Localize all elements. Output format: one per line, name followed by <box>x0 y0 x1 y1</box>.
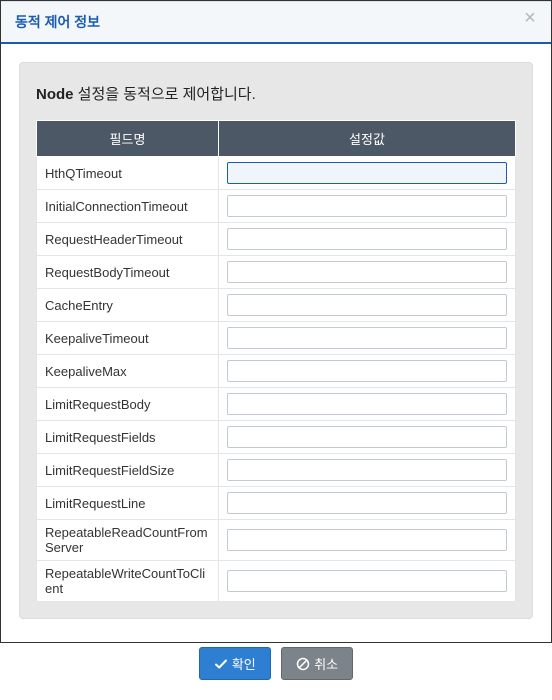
table-row: InitialConnectionTimeout <box>37 190 516 223</box>
field-value-input[interactable] <box>227 162 507 184</box>
field-value-input[interactable] <box>227 228 507 250</box>
table-row: RequestBodyTimeout <box>37 256 516 289</box>
field-value-cell <box>219 322 516 355</box>
table-row: CacheEntry <box>37 289 516 322</box>
field-name-cell: LimitRequestFieldSize <box>37 454 219 487</box>
field-name-cell: RequestHeaderTimeout <box>37 223 219 256</box>
field-value-cell <box>219 223 516 256</box>
field-value-input[interactable] <box>227 360 507 382</box>
table-row: RepeatableWriteCountToClient <box>37 561 516 602</box>
field-value-input[interactable] <box>227 393 507 415</box>
field-value-cell <box>219 289 516 322</box>
modal-body: Node 설정을 동적으로 제어합니다. 필드명 설정값 HthQTimeout… <box>1 44 551 637</box>
table-row: RequestHeaderTimeout <box>37 223 516 256</box>
field-value-cell <box>219 487 516 520</box>
field-value-cell <box>219 190 516 223</box>
field-value-cell <box>219 355 516 388</box>
field-name-cell: RepeatableWriteCountToClient <box>37 561 219 602</box>
table-row: KeepaliveMax <box>37 355 516 388</box>
check-icon <box>214 657 228 671</box>
modal-window: 동적 제어 정보 × Node 설정을 동적으로 제어합니다. 필드명 설정값 <box>0 0 552 643</box>
field-value-input[interactable] <box>227 459 507 481</box>
table-row: HthQTimeout <box>37 157 516 190</box>
table-row: LimitRequestFields <box>37 421 516 454</box>
modal-title: 동적 제어 정보 <box>15 14 100 30</box>
field-value-cell <box>219 520 516 561</box>
config-table: 필드명 설정값 HthQTimeoutInitialConnectionTime… <box>36 120 516 602</box>
field-name-cell: InitialConnectionTimeout <box>37 190 219 223</box>
field-value-cell <box>219 421 516 454</box>
panel-desc-emphasis: Node <box>36 86 74 103</box>
modal-header: 동적 제어 정보 × <box>1 2 551 44</box>
table-row: LimitRequestFieldSize <box>37 454 516 487</box>
field-value-input[interactable] <box>227 294 507 316</box>
field-value-cell <box>219 454 516 487</box>
table-row: RepeatableReadCountFromServer <box>37 520 516 561</box>
field-name-cell: LimitRequestFields <box>37 421 219 454</box>
cancel-icon <box>296 657 310 671</box>
panel-description: Node 설정을 동적으로 제어합니다. <box>36 83 516 104</box>
cancel-button-label: 취소 <box>314 654 338 673</box>
modal: 동적 제어 정보 × Node 설정을 동적으로 제어합니다. 필드명 설정값 <box>1 1 551 700</box>
table-row: LimitRequestBody <box>37 388 516 421</box>
field-value-input[interactable] <box>227 426 507 448</box>
field-value-cell <box>219 157 516 190</box>
field-value-input[interactable] <box>227 327 507 349</box>
panel-desc-text: 설정을 동적으로 제어합니다. <box>74 86 256 103</box>
field-name-cell: CacheEntry <box>37 289 219 322</box>
field-name-cell: RepeatableReadCountFromServer <box>37 520 219 561</box>
field-value-cell <box>219 388 516 421</box>
field-value-input[interactable] <box>227 492 507 514</box>
field-value-cell <box>219 561 516 602</box>
column-header-value: 설정값 <box>219 121 516 157</box>
field-name-cell: RequestBodyTimeout <box>37 256 219 289</box>
field-value-cell <box>219 256 516 289</box>
close-button[interactable]: × <box>519 8 541 30</box>
table-row: KeepaliveTimeout <box>37 322 516 355</box>
field-name-cell: LimitRequestBody <box>37 388 219 421</box>
modal-footer: 확인 취소 <box>1 637 551 700</box>
field-name-cell: LimitRequestLine <box>37 487 219 520</box>
cancel-button[interactable]: 취소 <box>281 647 353 680</box>
field-name-cell: KeepaliveMax <box>37 355 219 388</box>
field-value-input[interactable] <box>227 570 507 592</box>
ok-button[interactable]: 확인 <box>199 647 271 680</box>
field-value-input[interactable] <box>227 529 507 551</box>
config-panel: Node 설정을 동적으로 제어합니다. 필드명 설정값 HthQTimeout… <box>19 62 533 619</box>
table-row: LimitRequestLine <box>37 487 516 520</box>
close-icon: × <box>524 7 536 29</box>
field-name-cell: KeepaliveTimeout <box>37 322 219 355</box>
column-header-name: 필드명 <box>37 121 219 157</box>
field-name-cell: HthQTimeout <box>37 157 219 190</box>
ok-button-label: 확인 <box>232 654 256 673</box>
field-value-input[interactable] <box>227 195 507 217</box>
field-value-input[interactable] <box>227 261 507 283</box>
